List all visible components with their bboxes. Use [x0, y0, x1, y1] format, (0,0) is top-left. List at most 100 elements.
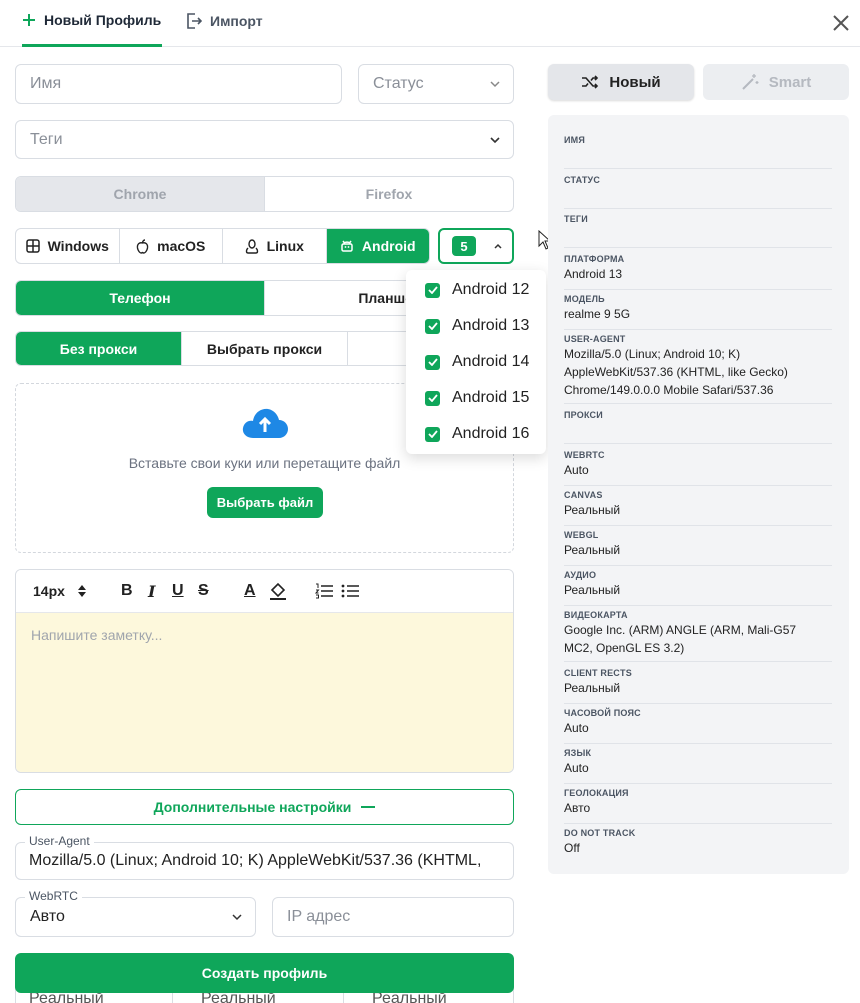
- webrtc-value: Авто: [30, 908, 65, 925]
- dropdown-item[interactable]: Android 16: [406, 416, 546, 452]
- status-placeholder: Статус: [373, 75, 424, 92]
- summary-label: МОДЕЛЬ: [564, 294, 605, 304]
- dropdown-item[interactable]: Android 13: [406, 308, 546, 344]
- summary-label: CANVAS: [564, 490, 603, 500]
- advanced-settings-label: Дополнительные настройки: [153, 799, 352, 815]
- os-windows-label: Windows: [47, 238, 109, 254]
- browser-chrome-label: Chrome: [113, 186, 167, 202]
- summary-value: Android 13: [564, 267, 623, 281]
- summary-value: Google Inc. (ARM) ANGLE (ARM, Mali-G57 M…: [564, 623, 797, 655]
- browser-firefox[interactable]: Firefox: [265, 177, 513, 211]
- proxy-select[interactable]: Выбрать прокси: [182, 332, 348, 365]
- summary-label: ЯЗЫК: [564, 748, 592, 758]
- ip-address-input[interactable]: IP адрес: [272, 897, 514, 937]
- summary-row-user-agent: USER-AGENT Mozilla/5.0 (Linux; Android 10…: [564, 334, 832, 404]
- bold-icon[interactable]: B: [121, 582, 133, 600]
- tab-new-profile[interactable]: Новый Профиль: [22, 12, 161, 28]
- create-profile-button[interactable]: Создать профиль: [15, 953, 514, 993]
- summary-row-gpu: ВИДЕОКАРТА Google Inc. (ARM) ANGLE (ARM, …: [564, 610, 832, 662]
- name-input[interactable]: Имя: [15, 64, 342, 104]
- summary-row-audio: АУДИО Реальный: [564, 570, 832, 606]
- os-windows[interactable]: Windows: [16, 229, 120, 263]
- summary-label: DO NOT TRACK: [564, 828, 636, 838]
- os-android[interactable]: Android: [326, 229, 429, 263]
- italic-icon[interactable]: I: [148, 582, 155, 601]
- bullet-list-icon[interactable]: [341, 583, 359, 599]
- chevron-down-icon: [490, 81, 500, 88]
- summary-value: realme 9 5G: [564, 307, 631, 321]
- tab-new-profile-label: Новый Профиль: [44, 12, 162, 28]
- strikethrough-icon[interactable]: S: [198, 582, 209, 600]
- os-macos-label: macOS: [157, 238, 206, 254]
- checkbox-checked-icon[interactable]: [425, 282, 440, 298]
- webrtc-label: WebRTC: [25, 889, 82, 903]
- dropdown-item-label: Android 16: [452, 425, 530, 442]
- proxy-none[interactable]: Без прокси: [16, 332, 182, 365]
- close-icon[interactable]: [830, 12, 852, 34]
- updown-icon[interactable]: [78, 585, 86, 597]
- ordered-list-icon[interactable]: [315, 583, 333, 599]
- dropdown-item-label: Android 15: [452, 389, 530, 406]
- device-phone[interactable]: Телефон: [16, 281, 265, 315]
- checkbox-checked-icon[interactable]: [425, 426, 440, 442]
- summary-row-proxy: ПРОКСИ: [564, 410, 832, 444]
- upload-hint: Вставьте свои куки или перетащите файл: [128, 455, 401, 471]
- summary-label: WEBGL: [564, 530, 599, 540]
- dropdown-item[interactable]: Android 14: [406, 344, 546, 380]
- minus-icon: [361, 806, 376, 808]
- summary-value: Mozilla/5.0 (Linux; Android 10; K) Apple…: [564, 347, 788, 397]
- summary-label: ГЕОЛОКАЦИЯ: [564, 788, 629, 798]
- os-macos[interactable]: macOS: [120, 229, 223, 263]
- device-phone-label: Телефон: [109, 290, 171, 306]
- browser-selector: Chrome Firefox: [15, 176, 514, 212]
- summary-label: ПЛАТФОРМА: [564, 254, 625, 264]
- tab-import[interactable]: Импорт: [186, 12, 263, 30]
- top-bar: Новый Профиль Импорт: [0, 0, 860, 47]
- summary-row-client-rects: CLIENT RECTS Реальный: [564, 668, 832, 704]
- shuffle-icon: [582, 75, 599, 89]
- summary-value: Реальный: [564, 503, 621, 517]
- checkbox-checked-icon[interactable]: [425, 318, 440, 334]
- fill-color-icon[interactable]: [268, 581, 288, 601]
- note-textarea[interactable]: Напишите заметку...: [16, 613, 513, 772]
- summary-row-language: ЯЗЫК Auto: [564, 748, 832, 784]
- choose-file-button[interactable]: Выбрать файл: [207, 487, 323, 518]
- os-selector: Windows macOS Linux Android: [15, 228, 430, 264]
- summary-label: USER-AGENT: [564, 334, 626, 344]
- mode-smart-button[interactable]: Smart: [703, 64, 849, 100]
- webrtc-select[interactable]: Авто: [15, 897, 256, 937]
- advanced-settings-button[interactable]: Дополнительные настройки: [15, 789, 514, 825]
- summary-row-timezone: ЧАСОВОЙ ПОЯС Auto: [564, 708, 832, 744]
- tags-placeholder: Теги: [30, 130, 63, 148]
- note-placeholder: Напишите заметку...: [31, 627, 163, 643]
- dropdown-item-label: Android 14: [452, 353, 530, 370]
- dropdown-item[interactable]: Android 12: [406, 272, 546, 308]
- dropdown-item[interactable]: Android 15: [406, 380, 546, 416]
- checkbox-checked-icon[interactable]: [425, 390, 440, 406]
- mode-new-button[interactable]: Новый: [548, 64, 694, 100]
- os-android-label: Android: [361, 238, 416, 254]
- os-linux[interactable]: Linux: [223, 229, 327, 263]
- tags-select[interactable]: Теги: [15, 120, 514, 159]
- summary-value: Auto: [564, 761, 589, 775]
- android-version-dropdown: Android 12 Android 13 Android 14 Android…: [406, 270, 546, 454]
- font-size-select[interactable]: 14px: [33, 583, 65, 599]
- underline-icon[interactable]: U: [172, 582, 184, 600]
- text-color-icon[interactable]: A: [244, 582, 256, 600]
- plus-icon: [23, 14, 35, 26]
- summary-row-name: ИМЯ: [564, 135, 832, 169]
- version-select[interactable]: 5: [438, 228, 514, 264]
- dropdown-item-label: Android 12: [452, 281, 530, 298]
- browser-chrome[interactable]: Chrome: [16, 177, 265, 211]
- checkbox-checked-icon[interactable]: [425, 354, 440, 370]
- summary-label: СТАТУС: [564, 175, 601, 185]
- summary-label: ЧАСОВОЙ ПОЯС: [564, 708, 641, 718]
- linux-icon: [245, 238, 258, 254]
- summary-value: Авто: [564, 801, 591, 815]
- summary-label: ВИДЕОКАРТА: [564, 610, 628, 620]
- user-agent-value: Mozilla/5.0 (Linux; Android 10; K) Apple…: [29, 852, 482, 869]
- summary-row-do-not-track: DO NOT TRACK Off: [564, 828, 832, 864]
- summary-row-platform: ПЛАТФОРМА Android 13: [564, 254, 832, 290]
- status-select[interactable]: Статус: [358, 64, 514, 104]
- summary-value: Auto: [564, 721, 589, 735]
